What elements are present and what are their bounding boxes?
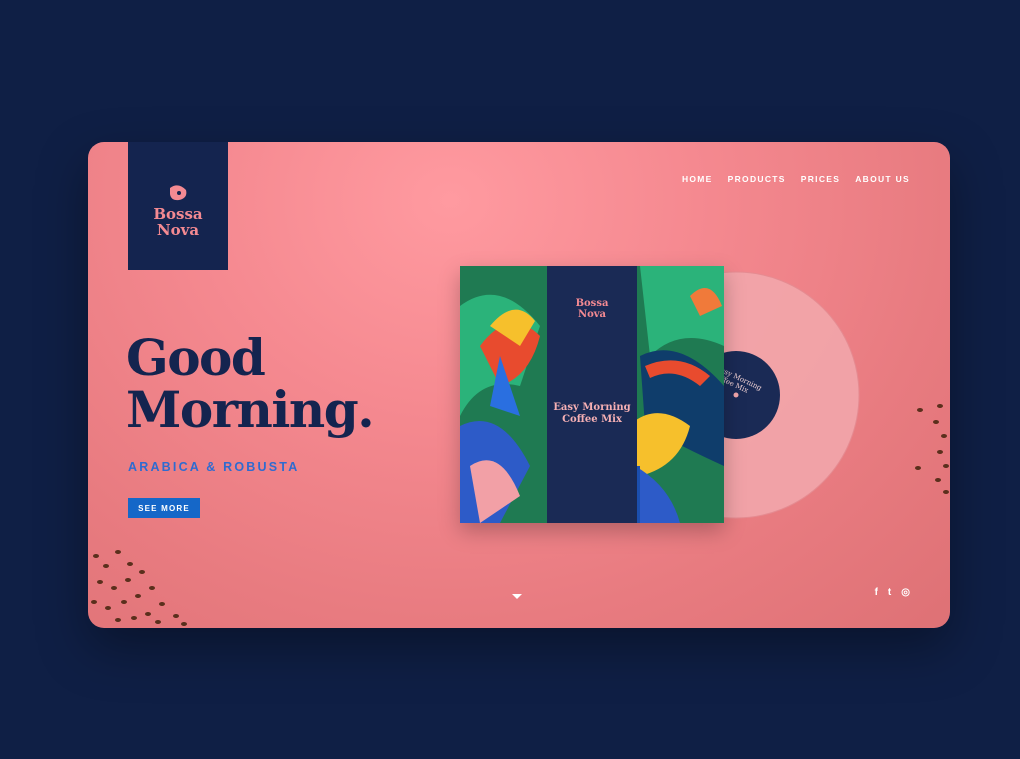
chevron-down-icon[interactable] [512, 594, 522, 599]
nav-about-us[interactable]: ABOUT US [855, 174, 910, 184]
album-brand: Bossa Nova [575, 298, 609, 320]
logo-mark-icon [170, 185, 187, 201]
facebook-icon[interactable]: f [875, 587, 878, 598]
album-cover[interactable]: Bossa Nova Easy Morning Coffee Mix [460, 266, 724, 523]
brand-name: Bossa Nova [153, 205, 203, 239]
nav-products[interactable]: PRODUCTS [728, 174, 786, 184]
hero-card: Bossa Nova HOME PRODUCTS PRICES ABOUT US… [88, 142, 950, 628]
album-title: Easy Morning Coffee Mix [553, 402, 631, 425]
brand-logo[interactable]: Bossa Nova [128, 142, 228, 270]
social-links: f t ◎ [875, 587, 910, 598]
coffee-beans-decoration-right [915, 404, 949, 494]
nav-prices[interactable]: PRICES [801, 174, 840, 184]
hero-subheading: ARABICA & ROBUSTA [128, 460, 300, 474]
instagram-icon[interactable]: ◎ [901, 587, 910, 598]
hero-headline: Good Morning. [126, 328, 375, 439]
twitter-icon[interactable]: t [888, 587, 891, 598]
see-more-button[interactable]: SEE MORE [128, 498, 200, 518]
main-nav: HOME PRODUCTS PRICES ABOUT US [667, 174, 910, 184]
nav-home[interactable]: HOME [682, 174, 713, 184]
coffee-beans-decoration [91, 550, 187, 626]
